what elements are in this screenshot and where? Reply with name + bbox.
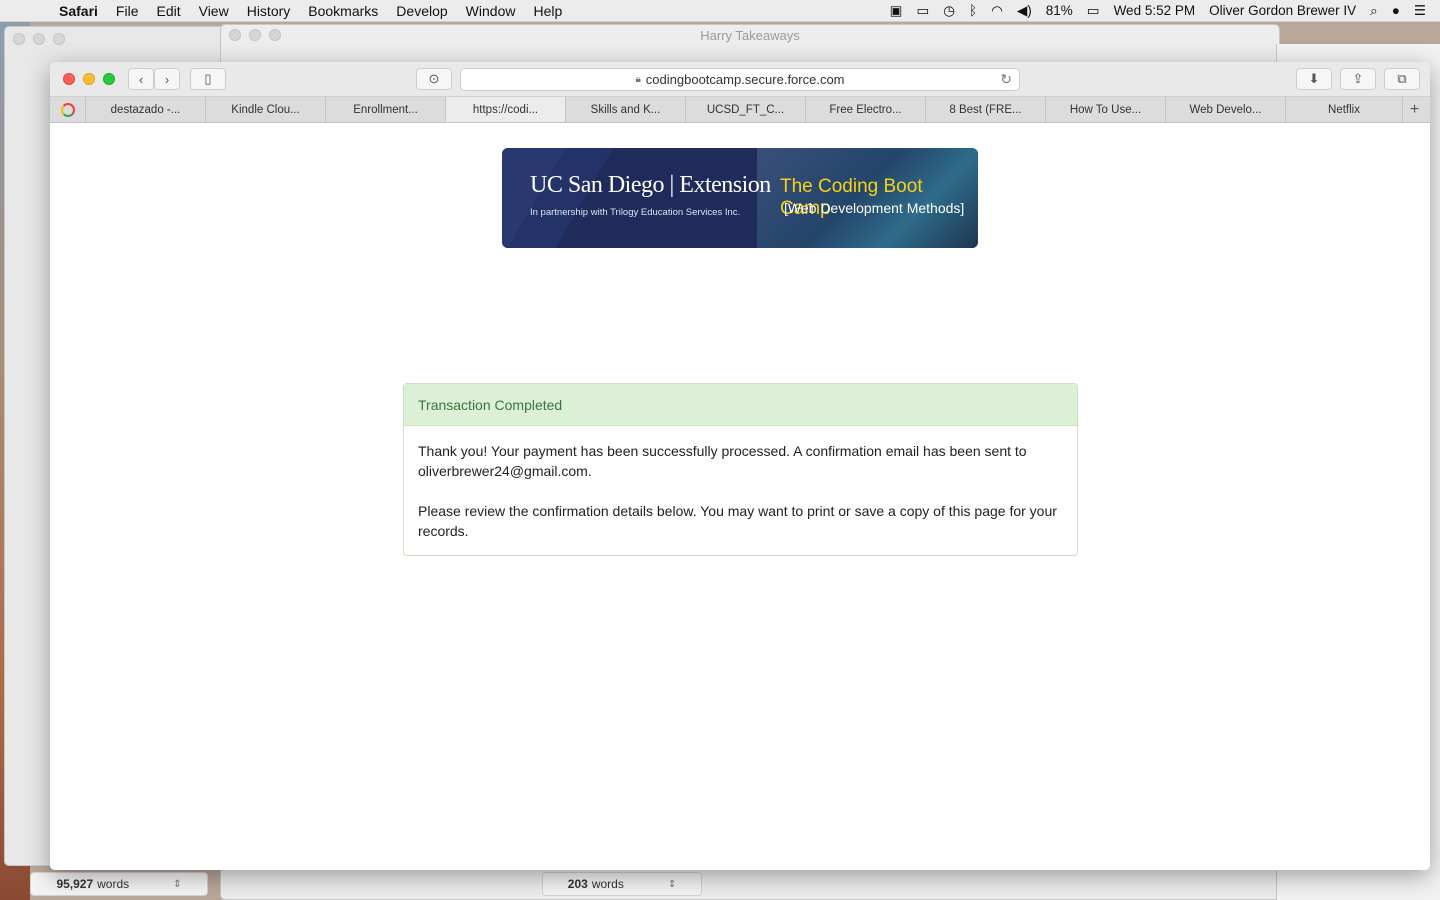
bluetooth-icon[interactable]: ᛒ [969,3,977,18]
battery-icon[interactable]: ▭ [1087,3,1100,19]
menu-edit[interactable]: Edit [147,3,189,19]
menu-history[interactable]: History [238,3,300,19]
transaction-panel: Transaction Completed Thank you! Your pa… [403,383,1078,556]
tab-free-electro[interactable]: Free Electro... [806,97,926,122]
tab-label: Kindle Clou... [231,103,300,116]
volume-icon[interactable]: ◀) [1017,3,1032,19]
review-message: Please review the confirmation details b… [418,503,1057,539]
status-area: ▣ ▭ ◷ ᛒ ◠ ◀) 81% ▭ Wed 5:52 PM Oliver Go… [890,3,1440,19]
tab-netflix[interactable]: Netflix [1286,97,1403,122]
bg-close-button[interactable] [13,33,25,45]
tab-bar: destazado -... Kindle Clou... Enrollment… [50,97,1430,123]
bootcamp-banner: UC San Diego | Extension In partnership … [502,148,978,248]
tab-how-to-use[interactable]: How To Use... [1046,97,1166,122]
tab-label: How To Use... [1069,103,1142,116]
safari-window: ‹ › ▯ ⊙ 🔒︎ codingbootcamp.secure.force.c… [50,62,1430,870]
share-icon: ⇪ [1352,71,1364,86]
new-tab-button[interactable]: + [1403,97,1426,122]
battery-percent[interactable]: 81% [1046,3,1073,18]
spotlight-search-icon[interactable]: ⌕ [1370,3,1378,19]
ucsd-extension-logo: UC San Diego | Extension [530,172,771,198]
bootcamp-subtitle: [Web Development Methods] [784,200,965,216]
bg-minimize-button[interactable] [33,33,45,45]
word-count-middle[interactable]: 203 words ⇕ [542,872,702,896]
share-button[interactable]: ⇪ [1340,68,1376,90]
bg-document-title: Harry Takeaways [700,28,800,43]
tab-label: UCSD_FT_C... [706,103,785,116]
wifi-icon[interactable]: ◠ [991,3,1003,19]
tab-enrollment[interactable]: Enrollment... [326,97,446,122]
airplay-icon[interactable]: ▭ [916,3,929,19]
menu-bookmarks[interactable]: Bookmarks [299,3,387,19]
tab-ucsd-ft[interactable]: UCSD_FT_C... [686,97,806,122]
tab-label: Web Develo... [1189,103,1262,116]
tab-label: Free Electro... [829,103,902,116]
menu-app-name[interactable]: Safari [50,3,107,19]
chevron-left-icon: ‹ [138,71,144,87]
menu-help[interactable]: Help [524,3,571,19]
word-count-label: words [591,877,624,891]
minimize-window-button[interactable] [83,73,95,85]
zoom-window-button[interactable] [103,73,115,85]
bg-zoom-button[interactable] [53,33,65,45]
word-count-left[interactable]: 95,927 words ⇕ [30,872,208,896]
browser-toolbar: ‹ › ▯ ⊙ 🔒︎ codingbootcamp.secure.force.c… [50,62,1430,97]
updown-chevron-icon: ⇕ [173,878,182,890]
panel-heading: Transaction Completed [404,384,1077,426]
tabs-icon: ⧉ [1397,71,1407,86]
menu-file[interactable]: File [107,3,148,19]
reload-icon[interactable]: ↻ [1000,71,1012,88]
word-count-label: words [97,877,130,891]
sidebar-button[interactable]: ▯ [190,68,226,90]
lock-icon: 🔒︎ [635,74,641,85]
tab-8-best[interactable]: 8 Best (FRE... [926,97,1046,122]
plus-icon: + [1409,100,1420,118]
tab-label: Netflix [1328,103,1360,116]
extension-button[interactable]: ⊙ [416,68,452,90]
grammarly-icon: ⊙ [428,71,440,86]
clock[interactable]: Wed 5:52 PM [1114,3,1196,18]
tab-kindle-cloud[interactable]: Kindle Clou... [206,97,326,122]
forward-button[interactable]: › [154,68,180,90]
page-content: UC San Diego | Extension In partnership … [50,123,1430,870]
panel-body: Thank you! Your payment has been success… [404,426,1077,556]
sidebar-icon: ▯ [204,71,212,86]
siri-icon[interactable]: ● [1392,3,1400,18]
menu-window[interactable]: Window [457,3,525,19]
close-window-button[interactable] [63,73,75,85]
notification-center-icon[interactable]: ☰ [1414,3,1426,19]
address-bar[interactable]: 🔒︎ codingbootcamp.secure.force.com ↻ [460,68,1020,91]
time-machine-icon[interactable]: ◷ [943,3,955,19]
tab-label: destazado -... [110,103,181,116]
google-icon [60,102,75,117]
tab-web-develo[interactable]: Web Develo... [1166,97,1286,122]
tab-label: Skills and K... [590,103,661,116]
word-count-value: 95,927 [56,877,94,891]
url-text: codingbootcamp.secure.force.com [645,72,845,87]
tab-label: 8 Best (FRE... [949,103,1022,116]
chevron-right-icon: › [164,71,170,87]
notification-app-icon[interactable]: ▣ [890,3,903,19]
confirmation-message: Thank you! Your payment has been success… [418,443,1027,479]
tab-label: https://codi... [472,103,539,116]
back-button[interactable]: ‹ [128,68,154,90]
word-count-value: 203 [567,877,588,891]
updown-chevron-icon: ⇕ [667,878,677,890]
tab-codingbootcamp-active[interactable]: https://codi... [446,97,566,122]
downloads-button[interactable]: ⬇ [1296,68,1332,90]
menu-view[interactable]: View [190,3,238,19]
tab-skills[interactable]: Skills and K... [566,97,686,122]
menu-bar: Safari File Edit View History Bookmarks … [0,0,1440,22]
pinned-tab-google[interactable] [50,97,86,122]
user-name[interactable]: Oliver Gordon Brewer IV [1209,3,1356,18]
download-icon: ⬇ [1308,71,1320,86]
tabs-overview-button[interactable]: ⧉ [1384,68,1420,90]
menu-develop[interactable]: Develop [387,3,456,19]
tab-label: Enrollment... [353,103,418,116]
partnership-text: In partnership with Trilogy Education Se… [530,207,741,218]
tab-destazado[interactable]: destazado -... [86,97,206,122]
